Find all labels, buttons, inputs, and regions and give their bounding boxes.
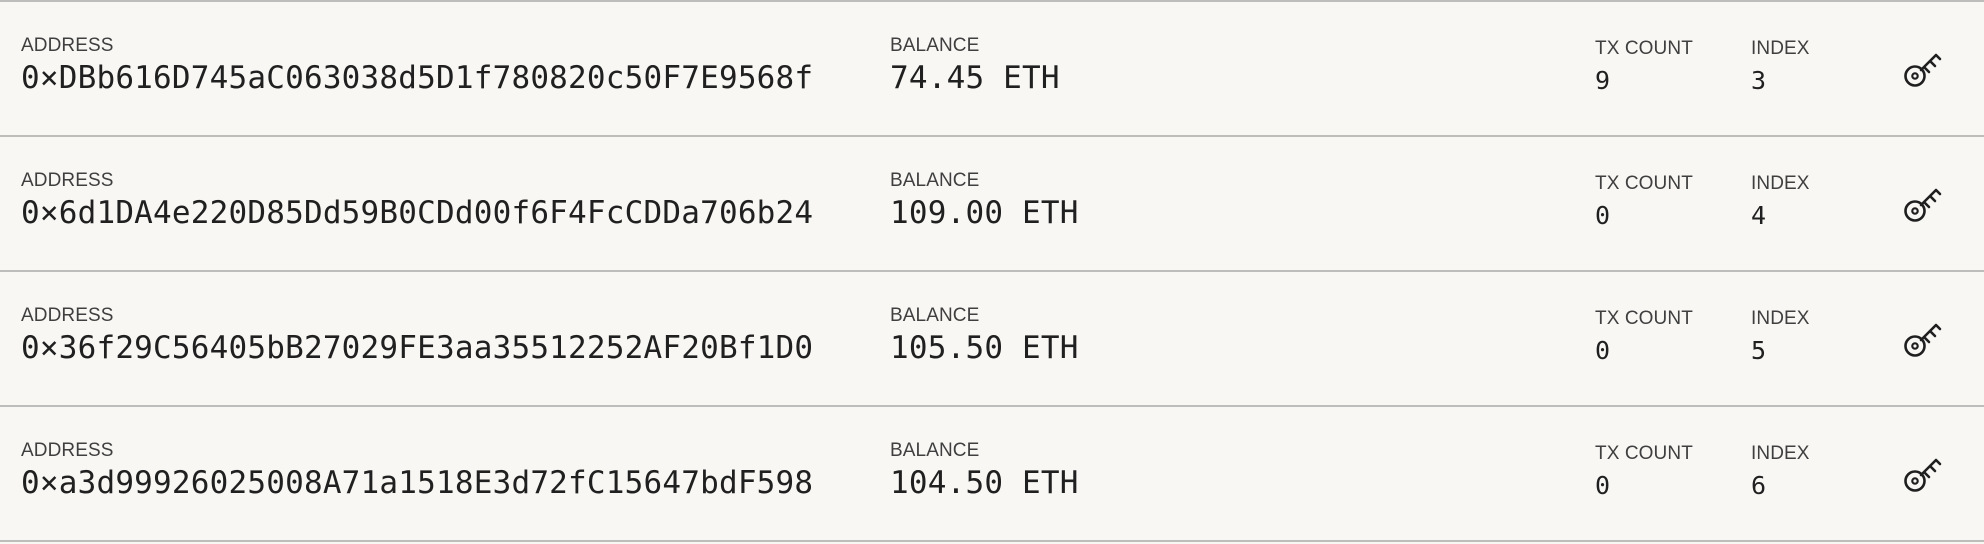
- index-label: INDEX: [1751, 308, 1810, 329]
- account-row: ADDRESS 0×36f29C56405bB27029FE3aa3551225…: [0, 272, 1984, 407]
- account-index: 4: [1751, 201, 1767, 230]
- key-icon: [1904, 53, 1942, 87]
- balance-label: BALANCE: [890, 440, 980, 461]
- address-label: ADDRESS: [21, 440, 114, 461]
- account-tx-count: 0: [1595, 201, 1611, 230]
- account-address: 0×a3d99926025008A71a1518E3d72fC15647bdF5…: [21, 465, 814, 501]
- account-tx-count: 0: [1595, 336, 1611, 365]
- account-balance: 74.45 ETH: [890, 60, 1060, 96]
- key-icon: [1904, 458, 1942, 492]
- tx-count-label: TX COUNT: [1595, 308, 1693, 329]
- key-icon: [1904, 188, 1942, 222]
- account-address: 0×36f29C56405bB27029FE3aa35512252AF20Bf1…: [21, 330, 814, 366]
- account-row: ADDRESS 0×6d1DA4e220D85Dd59B0CDd00f6F4Fc…: [0, 137, 1984, 272]
- tx-count-label: TX COUNT: [1595, 443, 1693, 464]
- balance-label: BALANCE: [890, 305, 980, 326]
- account-row: ADDRESS 0×a3d99926025008A71a1518E3d72fC1…: [0, 407, 1984, 542]
- account-tx-count: 0: [1595, 471, 1611, 500]
- account-address: 0×DBb616D745aC063038d5D1f780820c50F7E956…: [21, 60, 814, 96]
- tx-count-label: TX COUNT: [1595, 173, 1693, 194]
- index-label: INDEX: [1751, 443, 1810, 464]
- balance-label: BALANCE: [890, 170, 980, 191]
- balance-label: BALANCE: [890, 35, 980, 56]
- index-label: INDEX: [1751, 173, 1810, 194]
- address-label: ADDRESS: [21, 170, 114, 191]
- key-icon: [1904, 323, 1942, 357]
- show-private-key-button[interactable]: [1898, 43, 1948, 93]
- account-balance: 109.00 ETH: [890, 195, 1079, 231]
- account-address: 0×6d1DA4e220D85Dd59B0CDd00f6F4FcCDDa706b…: [21, 195, 814, 231]
- tx-count-label: TX COUNT: [1595, 38, 1693, 59]
- account-index: 3: [1751, 66, 1767, 95]
- account-balance: 104.50 ETH: [890, 465, 1079, 501]
- account-balance: 105.50 ETH: [890, 330, 1079, 366]
- account-row: ADDRESS 0×DBb616D745aC063038d5D1f780820c…: [0, 2, 1984, 137]
- account-index: 5: [1751, 336, 1767, 365]
- address-label: ADDRESS: [21, 305, 114, 326]
- show-private-key-button[interactable]: [1898, 178, 1948, 228]
- address-label: ADDRESS: [21, 35, 114, 56]
- account-index: 6: [1751, 471, 1767, 500]
- account-tx-count: 9: [1595, 66, 1611, 95]
- account-list: ADDRESS 0×DBb616D745aC063038d5D1f780820c…: [0, 0, 1984, 544]
- show-private-key-button[interactable]: [1898, 313, 1948, 363]
- index-label: INDEX: [1751, 38, 1810, 59]
- show-private-key-button[interactable]: [1898, 448, 1948, 498]
